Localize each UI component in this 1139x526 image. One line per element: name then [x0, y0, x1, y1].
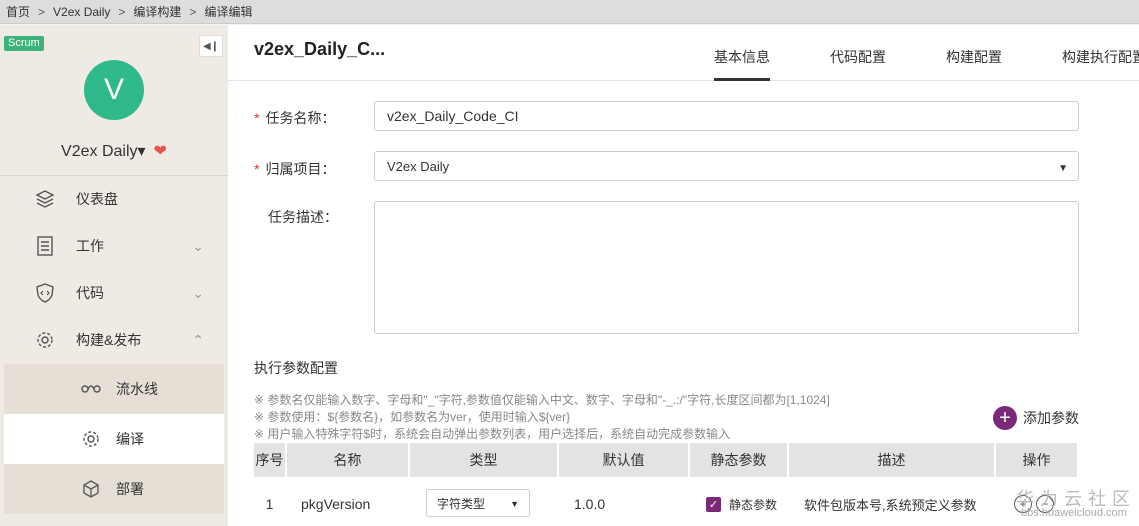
- project-switcher[interactable]: V2ex Daily▾ ❤: [0, 141, 228, 161]
- column-header-name: 名称: [287, 443, 408, 477]
- add-param-button[interactable]: + 添加参数: [993, 406, 1079, 430]
- column-header-static: 静态参数: [690, 443, 787, 477]
- project-name[interactable]: V2ex Daily▾: [61, 143, 146, 160]
- document-list-icon: [34, 235, 56, 257]
- project-label: * 归属项目：: [254, 159, 335, 179]
- params-hint: ※ 用户输入特殊字符$时，系统会自动弹出参数列表，用户选择后，系统自动完成参数输…: [254, 427, 731, 441]
- collapse-sidebar-button[interactable]: ◀❙: [199, 35, 223, 57]
- sidebar-item-label: 编译: [116, 431, 144, 447]
- row-default-value: 1.0.0: [574, 496, 606, 512]
- params-hint: ※ 参数名仅能输入数字、字母和"_"字符,参数值仅能输入中文、数字、字母和"-_…: [254, 393, 830, 407]
- column-header-type: 类型: [410, 443, 557, 477]
- sidebar-item-label: 仪表盘: [76, 191, 118, 207]
- project-select-value: V2ex Daily: [387, 158, 450, 174]
- static-param-label: 静态参数: [729, 497, 778, 512]
- project-select[interactable]: V2ex Daily ▼: [374, 151, 1079, 181]
- sidebar-item-label: 部署: [116, 481, 144, 497]
- task-name-input[interactable]: v2ex_Daily_Code_CI: [374, 101, 1079, 131]
- breadcrumb-current: 编译编辑: [204, 5, 253, 19]
- task-name-label: * 任务名称：: [254, 108, 335, 128]
- breadcrumb-build[interactable]: 编译构建: [133, 3, 181, 20]
- page-title: v2ex_Daily_C...: [254, 39, 386, 59]
- caret-down-icon: ▼: [510, 499, 519, 509]
- sidebar-item-pipeline[interactable]: 流水线: [4, 364, 224, 414]
- params-section-title: 执行参数配置: [254, 360, 338, 376]
- sidebar-item-compile[interactable]: 编译: [4, 414, 224, 464]
- tab-build-exec-config[interactable]: 构建执行配置: [1062, 47, 1139, 81]
- required-asterisk: *: [254, 110, 260, 126]
- column-header-description: 描述: [789, 443, 994, 477]
- sidebar-item-deploy[interactable]: 部署: [4, 464, 224, 514]
- chevron-up-icon: ⌃: [192, 332, 204, 348]
- sidebar-item-label: 工作: [76, 238, 104, 254]
- add-param-label: 添加参数: [1023, 410, 1079, 426]
- description-textarea[interactable]: [374, 201, 1079, 334]
- tab-code-config[interactable]: 代码配置: [830, 47, 886, 81]
- cube-icon: [80, 478, 102, 500]
- chevron-down-icon: ⌄: [192, 285, 204, 301]
- required-asterisk: *: [254, 161, 260, 177]
- project-avatar: V: [84, 60, 144, 120]
- pipeline-icon: [80, 378, 102, 400]
- layers-icon: [34, 188, 56, 210]
- row-index: 1: [265, 496, 274, 512]
- page-header: v2ex_Daily_C... 基本信息 代码配置 构建配置 构建执行配置: [228, 25, 1139, 81]
- breadcrumb-separator: >: [118, 4, 126, 19]
- favorite-heart-icon[interactable]: ❤: [154, 143, 167, 160]
- chevron-down-icon: ⌄: [192, 238, 204, 254]
- column-header-actions: 操作: [996, 443, 1077, 477]
- sidebar-item-label: 流水线: [116, 381, 158, 397]
- breadcrumb-separator: >: [189, 4, 197, 19]
- sidebar: Scrum ◀❙ V V2ex Daily▾ ❤ 仪表盘 工作 ⌄ 代码 ⌄ 构建…: [0, 25, 228, 526]
- breadcrumb-project[interactable]: V2ex Daily: [53, 5, 110, 19]
- tab-build-config[interactable]: 构建配置: [946, 47, 1002, 81]
- sidebar-item-label: 代码: [76, 285, 104, 301]
- watermark-url: bbs.huaweicloud.com: [1021, 507, 1127, 519]
- shield-code-icon: [34, 282, 56, 304]
- checkmark-icon: ✓: [706, 496, 721, 512]
- params-hint: ※ 参数使用：${参数名}，如参数名为ver，使用时输入${ver}: [254, 410, 571, 424]
- caret-down-icon: ▼: [1058, 163, 1068, 174]
- breadcrumb: 首页 > V2ex Daily > 编译构建 > 编译编辑: [0, 0, 1139, 24]
- sidebar-item-dashboard[interactable]: 仪表盘: [4, 176, 224, 222]
- sidebar-item-label: 构建&发布: [76, 332, 142, 348]
- sidebar-item-work[interactable]: 工作 ⌄: [4, 223, 224, 269]
- scrum-badge: Scrum: [4, 36, 44, 51]
- gear-icon: [34, 329, 56, 351]
- label-text: 任务名称：: [265, 110, 336, 126]
- collapse-left-icon: ◀❙: [202, 40, 220, 52]
- param-type-value: 字符类型: [437, 496, 486, 511]
- main-panel: v2ex_Daily_C... 基本信息 代码配置 构建配置 构建执行配置 * 任…: [228, 25, 1139, 526]
- param-type-select[interactable]: 字符类型 ▼: [426, 489, 530, 517]
- label-text: 归属项目：: [265, 161, 336, 177]
- sidebar-item-code[interactable]: 代码 ⌄: [4, 270, 224, 316]
- row-description: 软件包版本号,系统预定义参数: [804, 497, 977, 513]
- plus-circle-icon: +: [993, 406, 1017, 430]
- tab-basic-info[interactable]: 基本信息: [714, 47, 770, 81]
- static-param-checkbox[interactable]: ✓ 静态参数: [706, 487, 777, 521]
- sidebar-item-build-release[interactable]: 构建&发布 ⌃: [4, 317, 224, 363]
- column-header-index: 序号: [254, 443, 285, 477]
- description-label: 任务描述：: [268, 209, 338, 225]
- breadcrumb-home[interactable]: 首页: [6, 3, 30, 20]
- column-header-default: 默认值: [559, 443, 688, 477]
- breadcrumb-separator: >: [38, 4, 46, 19]
- row-param-name: pkgVersion: [301, 496, 371, 512]
- gear-icon: [80, 428, 102, 450]
